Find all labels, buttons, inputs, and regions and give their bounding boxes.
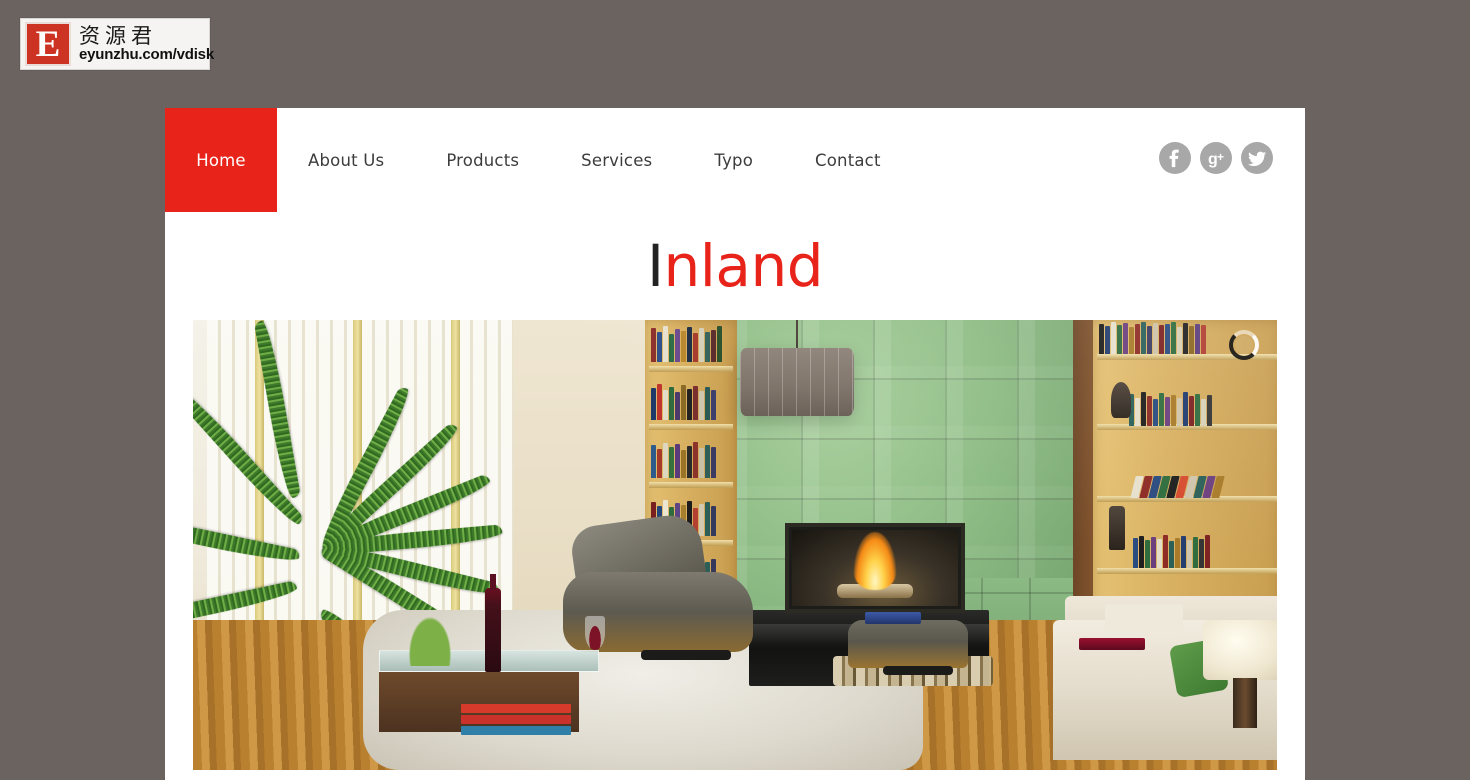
pendant-lamp-cord xyxy=(796,320,798,350)
nav-item-contact[interactable]: Contact xyxy=(784,108,912,212)
page-title: Inland xyxy=(647,237,824,295)
nav-item-products[interactable]: Products xyxy=(415,108,550,212)
wine-bottle xyxy=(485,574,501,672)
nav-item-home[interactable]: Home xyxy=(165,108,277,212)
fireplace-interior xyxy=(792,530,958,606)
nav-label-services: Services xyxy=(581,150,653,170)
shelf xyxy=(649,482,733,488)
svg-text:+: + xyxy=(1217,150,1224,164)
pendant-lamp-shade xyxy=(740,348,854,416)
shelf xyxy=(1097,568,1277,574)
watermark-letter: E xyxy=(35,23,61,65)
page-title-wrap: Inland xyxy=(165,212,1305,320)
nav-label-products: Products xyxy=(446,150,520,170)
watermark-logo: E 资源君 eyunzhu.com/vdisk xyxy=(20,18,214,70)
wine-glass xyxy=(585,616,605,650)
nav-label-home: Home xyxy=(196,150,246,170)
nav-item-typo[interactable]: Typo xyxy=(683,108,784,212)
sofa-pillow-embroidered xyxy=(1105,604,1183,638)
fire-flame xyxy=(854,532,896,590)
loading-spinner[interactable] xyxy=(1229,330,1259,360)
page-container: Home About Us Products Services Typo Con… xyxy=(165,108,1305,780)
site-header: Home About Us Products Services Typo Con… xyxy=(165,108,1305,212)
shelf xyxy=(649,424,733,430)
hero-slider[interactable] xyxy=(193,320,1277,770)
table-lamp-base xyxy=(1233,678,1257,728)
watermark-letter-box: E xyxy=(25,22,71,66)
decorative-statue xyxy=(1109,506,1125,550)
nav-label-about-us: About Us xyxy=(308,150,385,170)
books-row-stacked xyxy=(1130,472,1275,498)
books-row xyxy=(651,324,731,362)
books-row xyxy=(1129,390,1275,426)
watermark-text: 资源君 eyunzhu.com/vdisk xyxy=(79,25,214,63)
nav-label-contact: Contact xyxy=(815,150,881,170)
books-row xyxy=(1133,534,1275,568)
coffee-table-books xyxy=(461,704,571,735)
main-navigation: Home About Us Products Services Typo Con… xyxy=(165,108,912,212)
watermark-cn-text: 资源君 xyxy=(79,24,157,49)
nav-item-about-us[interactable]: About Us xyxy=(277,108,415,212)
twitter-icon[interactable] xyxy=(1241,142,1273,174)
hero-image xyxy=(193,320,1277,770)
lounge-chair-base xyxy=(641,650,731,660)
shelf xyxy=(649,366,733,372)
watermark-url: eyunzhu.com/vdisk xyxy=(79,46,214,64)
sofa-book xyxy=(1079,638,1145,650)
fireplace xyxy=(785,523,965,613)
books-row xyxy=(651,440,731,478)
table-lamp-shade xyxy=(1203,620,1277,680)
facebook-icon[interactable] xyxy=(1159,142,1191,174)
table-plant xyxy=(405,610,455,666)
palm-frond xyxy=(193,512,301,566)
page-title-rest: nland xyxy=(663,232,824,300)
ottoman-book xyxy=(865,612,921,624)
nav-item-services[interactable]: Services xyxy=(550,108,683,212)
ottoman xyxy=(848,620,968,668)
books-row xyxy=(651,382,731,420)
social-links: g + xyxy=(1159,142,1273,174)
google-plus-icon[interactable]: g + xyxy=(1200,142,1232,174)
page-title-first-letter: I xyxy=(646,232,664,300)
decorative-mask xyxy=(1111,382,1131,418)
ottoman-base xyxy=(883,666,953,675)
nav-label-typo: Typo xyxy=(714,150,754,170)
